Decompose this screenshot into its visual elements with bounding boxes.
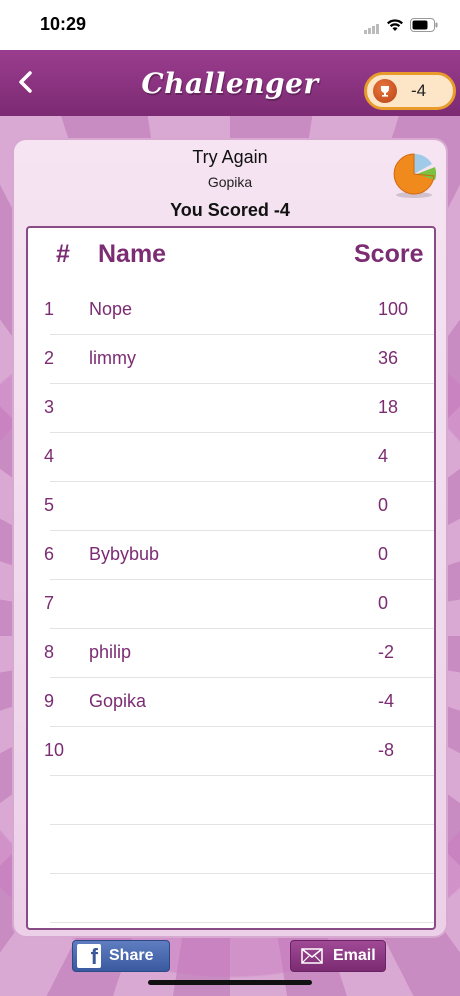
status-bar: 10:29 (0, 0, 460, 50)
score-cell: -4 (378, 691, 395, 711)
empty-row (28, 874, 434, 923)
score-badge[interactable]: -4 (364, 72, 456, 110)
name-cell: Bybybub (89, 544, 160, 564)
rank-cell: 3 (44, 397, 55, 417)
table-row[interactable]: 9 Gopika -4 (28, 678, 434, 727)
table-row[interactable]: 10 -8 (28, 727, 434, 776)
name-cell: limmy (89, 348, 136, 368)
rank-cell: 7 (44, 593, 55, 613)
cellular-signal-icon (364, 16, 380, 34)
email-label: Email (333, 947, 376, 964)
score-cell: 0 (378, 495, 389, 515)
leaderboard-table: # Name Score 1 Nope 100 2 limmy 36 3 18 4 4 5 0 6 Byb… (26, 226, 436, 930)
name-cell: Gopika (89, 691, 147, 711)
envelope-icon (301, 948, 323, 964)
empty-row (28, 776, 434, 825)
result-title: Try Again (192, 147, 268, 167)
rank-cell: 8 (44, 642, 55, 662)
score-cell: 18 (378, 397, 399, 417)
score-cell: -8 (378, 740, 395, 760)
email-button[interactable]: Email (290, 940, 386, 972)
status-time: 10:29 (40, 14, 87, 34)
table-row[interactable]: 8 philip -2 (28, 629, 434, 678)
share-label: Share (109, 947, 154, 964)
row-divider (50, 922, 434, 923)
rank-cell: 9 (44, 691, 55, 711)
rank-cell: 5 (44, 495, 55, 515)
empty-row (28, 825, 434, 874)
battery-icon (410, 18, 438, 32)
pie-chart-icon (393, 153, 437, 198)
home-indicator (148, 980, 312, 985)
rank-cell: 4 (44, 446, 55, 466)
chevron-left-icon (19, 71, 32, 93)
brand-logo: Challenger (141, 66, 319, 100)
stats-button[interactable] (390, 150, 440, 200)
wifi-icon (386, 18, 404, 32)
nav-bar: Challenger -4 (0, 50, 460, 116)
name-cell: Nope (89, 299, 133, 319)
name-header: Name (98, 240, 167, 268)
table-row[interactable]: 44 (28, 433, 434, 482)
table-row[interactable]: 3 18 (28, 384, 434, 433)
table-row[interactable]: 70 (28, 580, 434, 629)
score-cell: 36 (378, 348, 399, 368)
score-cell: 0 (378, 544, 389, 564)
score-header: Score (354, 240, 424, 268)
status-icons (364, 16, 438, 34)
back-button[interactable] (10, 64, 42, 100)
facebook-icon: f (77, 944, 101, 968)
table-header: # Name Score (28, 228, 434, 286)
table-row[interactable]: 6 Bybybub 0 (28, 531, 434, 580)
trophy-icon (373, 79, 397, 103)
score-cell: 100 (378, 299, 409, 319)
rank-cell: 1 (44, 299, 55, 319)
score-summary: You Scored -4 (170, 200, 290, 220)
result-card: Try Again Gopika You Scored -4 # Name Sc… (12, 138, 448, 938)
score-badge-value: -4 (411, 81, 427, 100)
rank-header: # (56, 240, 70, 268)
table-row[interactable]: 1 Nope 100 (28, 286, 434, 335)
table-row[interactable]: 2 limmy 36 (28, 335, 434, 384)
score-cell: 0 (378, 593, 389, 613)
facebook-share-button[interactable]: f Share (72, 940, 170, 972)
score-cell: -2 (378, 642, 395, 662)
player-name: Gopika (207, 174, 253, 190)
rank-cell: 6 (44, 544, 55, 564)
rank-cell: 2 (44, 348, 55, 368)
score-cell: 4 (378, 446, 389, 466)
rank-cell: 10 (44, 740, 65, 760)
table-row[interactable]: 50 (28, 482, 434, 531)
name-cell: philip (89, 642, 132, 662)
